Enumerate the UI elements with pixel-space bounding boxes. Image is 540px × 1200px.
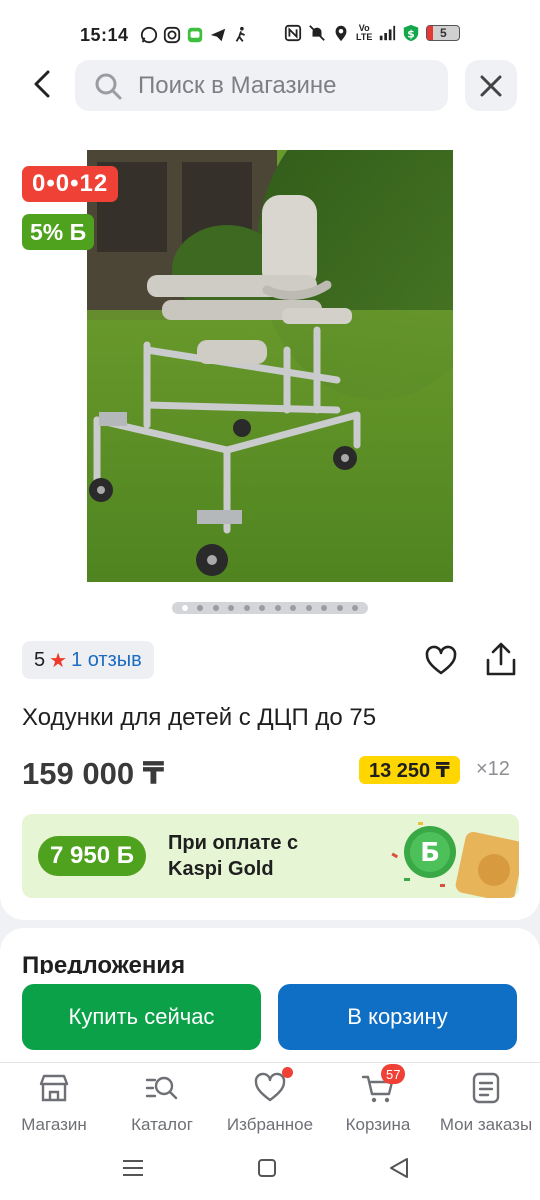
accessibility-icon <box>235 26 245 42</box>
installment-price-badge[interactable]: 13 250 ₸ <box>359 756 460 784</box>
nav-item-catalog[interactable]: Каталог <box>108 1071 216 1135</box>
system-navigation-bar <box>0 1144 540 1200</box>
pagination-dot <box>228 605 235 611</box>
heart-icon <box>254 1072 286 1102</box>
telegram-icon <box>210 28 226 42</box>
bonus-percent-badge: 5% Б <box>22 214 95 250</box>
rating-pill[interactable]: 5 ★ 1 отзыв <box>22 641 154 679</box>
battery-indicator: 5 <box>426 25 461 41</box>
pagination-dot <box>181 605 188 611</box>
home-icon[interactable] <box>254 1156 280 1180</box>
walker-chair-photo <box>87 150 453 582</box>
countdown-timer-badge: 0•0•12 <box>22 166 119 202</box>
pagination-dot <box>274 605 281 611</box>
add-to-cart-button[interactable]: В корзину <box>278 984 517 1050</box>
notification-icons <box>140 26 250 44</box>
share-icon[interactable] <box>484 642 518 678</box>
pagination-dot <box>197 605 204 611</box>
back-nav-icon[interactable] <box>386 1156 412 1180</box>
kaspi-shield-icon: $ <box>404 24 419 42</box>
messages-icon <box>187 27 203 43</box>
pagination-dot <box>321 605 328 611</box>
product-image[interactable] <box>87 150 453 582</box>
installment-months: ×12 <box>476 758 510 780</box>
volte-indicator: Vo LTE <box>356 23 373 42</box>
instagram-icon <box>163 26 181 44</box>
catalog-icon <box>145 1076 178 1100</box>
nav-label: Каталог <box>131 1115 193 1134</box>
nav-label: Корзина <box>345 1115 411 1134</box>
heart-icon-wrap <box>253 1067 293 1105</box>
kaspi-gold-banner[interactable]: 7 950 Б При оплате с Kaspi Gold Б <box>22 814 519 898</box>
buy-now-button[interactable]: Купить сейчас <box>22 984 261 1050</box>
pagination-dot <box>305 605 312 611</box>
nav-label: Магазин <box>21 1115 87 1134</box>
pagination-dot <box>259 605 266 611</box>
mute-icon <box>309 25 325 41</box>
signal-icon <box>380 25 396 41</box>
favorite-heart-icon[interactable] <box>424 644 458 678</box>
star-icon: ★ <box>49 649 68 672</box>
recent-apps-icon[interactable] <box>120 1156 146 1180</box>
favorites-indicator-dot <box>282 1067 293 1078</box>
shop-icon <box>39 1074 69 1102</box>
close-icon <box>480 75 502 96</box>
image-pagination <box>172 602 368 614</box>
chevron-left-icon <box>34 70 50 98</box>
whatsapp-icon <box>140 26 158 44</box>
screen: 15:14 Vo LTE $ 5 Поиск в Магазине 0•0•12… <box>0 0 540 1200</box>
pagination-dot <box>212 605 219 611</box>
nav-item-shop[interactable]: Магазин <box>0 1071 108 1135</box>
search-placeholder: Поиск в Магазине <box>138 71 337 99</box>
nav-label: Избранное <box>226 1115 314 1134</box>
svg-text:Б: Б <box>420 838 440 868</box>
orders-icon <box>472 1072 500 1104</box>
pagination-dot <box>352 605 359 611</box>
status-time: 15:14 <box>80 25 129 45</box>
bottom-navigation: Магазин Каталог Избранное 57 Корзина Мои… <box>0 1062 540 1144</box>
cart-count-badge: 57 <box>381 1064 406 1084</box>
reviews-link[interactable]: 1 отзыв <box>71 649 142 672</box>
pagination-dot <box>243 605 250 611</box>
pagination-dot <box>336 605 343 611</box>
nfc-icon <box>284 24 302 42</box>
nav-item-orders[interactable]: Мои заказы <box>432 1071 540 1135</box>
svg-text:$: $ <box>408 28 416 41</box>
rating-value: 5 <box>34 648 46 671</box>
back-button[interactable] <box>24 64 60 104</box>
status-bar: 15:14 Vo LTE $ 5 <box>0 0 540 64</box>
gold-bonus-amount: 7 950 Б <box>38 836 146 876</box>
search-header: Поиск в Магазине <box>0 60 540 124</box>
gold-banner-text: При оплате с Kaspi Gold <box>168 832 299 880</box>
pagination-dot <box>290 605 297 611</box>
nav-label: Мои заказы <box>439 1115 533 1134</box>
system-status: Vo LTE $ 5 <box>284 23 461 42</box>
kaspi-gold-card-illustration: Б <box>391 822 519 898</box>
nav-item-cart[interactable]: 57 Корзина <box>324 1064 432 1135</box>
product-title: Ходунки для детей с ДЦП до 75 <box>22 704 377 731</box>
nav-item-favorites[interactable]: Избранное <box>216 1067 324 1135</box>
location-icon <box>335 25 347 42</box>
product-price: 159 000 ₸ <box>22 756 165 791</box>
search-icon <box>95 73 122 99</box>
clear-search-button[interactable] <box>465 60 517 111</box>
offers-title: Предложения <box>22 952 186 974</box>
cart-icon-wrap: 57 <box>361 1064 406 1105</box>
product-card: 0•0•12 5% Б 5 ★ 1 отзыв Ходунки для дете… <box>0 124 540 920</box>
search-input[interactable]: Поиск в Магазине <box>75 60 448 111</box>
